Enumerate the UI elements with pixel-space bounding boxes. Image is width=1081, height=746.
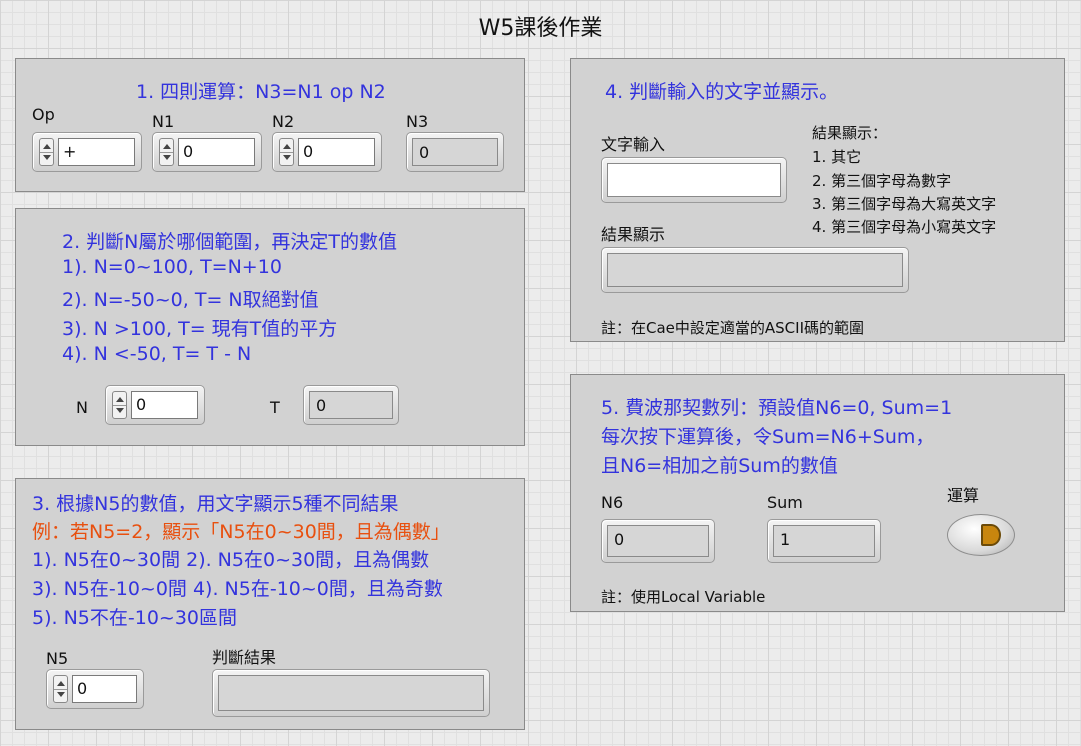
n5-spinner-icon[interactable] [53, 675, 68, 703]
panel4-heading: 4. 判斷輸入的文字並顯示。 [605, 81, 839, 103]
n1-label: N1 [152, 112, 175, 131]
n-spinner-icon[interactable] [112, 391, 127, 419]
n6-value: 0 [607, 525, 709, 557]
n-field[interactable]: 0 [131, 391, 198, 419]
panel3-heading: 3. 根據N5的數值，用文字顯示5種不同結果 [32, 493, 399, 515]
n1-spinner-icon[interactable] [159, 138, 174, 166]
op-label: Op [32, 105, 55, 124]
result-value [218, 675, 484, 711]
n2-spinner-icon[interactable] [279, 138, 294, 166]
result-label: 判斷結果 [212, 648, 277, 667]
text-input-field[interactable] [607, 163, 781, 197]
panel-n5-text: 3. 根據N5的數值，用文字顯示5種不同結果 例：若N5=2，顯示「N5在0~3… [15, 478, 525, 730]
panel-arithmetic: 1. 四則運算：N3=N1 op N2 Op + N1 0 N2 0 N3 0 [15, 58, 525, 192]
panel2-rule-4: 4). N <-50, T= T - N [62, 343, 252, 365]
result-display-indicator [601, 247, 909, 293]
n-control[interactable]: 0 [105, 385, 205, 425]
t-label: T [270, 398, 280, 417]
legend-title: 結果顯示： [812, 124, 888, 142]
sum-value: 1 [773, 525, 875, 557]
panel2-rule-2: 2). N=-50~0, T= N取絕對值 [62, 289, 319, 311]
panel5-line-3: 且N6=相加之前Sum的數值 [601, 455, 838, 477]
n3-label: N3 [406, 112, 429, 131]
sum-indicator: 1 [767, 519, 881, 563]
panel3-example: 例：若N5=2，顯示「N5在0~30間，且為偶數」 [32, 521, 450, 543]
op-control[interactable]: + [32, 132, 142, 172]
result-display-value [607, 253, 903, 287]
n2-label: N2 [272, 112, 295, 131]
panel-range: 2. 判斷N屬於哪個範圍，再決定T的數值 1). N=0~100, T=N+10… [15, 208, 525, 446]
legend-item-2: 2. 第三個字母為數字 [812, 172, 952, 190]
panel-fibonacci: 5. 費波那契數列：預設值N6=0, Sum=1 每次按下運算後，令Sum=N6… [570, 374, 1065, 612]
n1-field[interactable]: 0 [178, 138, 255, 166]
panel5-line-2: 每次按下運算後，令Sum=N6+Sum， [601, 426, 935, 448]
panel2-heading: 2. 判斷N屬於哪個範圍，再決定T的數值 [62, 231, 397, 253]
legend-item-4: 4. 第三個字母為小寫英文字 [812, 218, 997, 236]
legend-item-3: 3. 第三個字母為大寫英文字 [812, 195, 997, 213]
n5-field[interactable]: 0 [72, 675, 137, 703]
run-label: 運算 [947, 486, 980, 505]
n5-control[interactable]: 0 [46, 669, 144, 709]
n5-label: N5 [46, 649, 69, 668]
panel1-heading: 1. 四則運算：N3=N1 op N2 [136, 81, 386, 103]
front-panel-title: W5課後作業 [478, 16, 603, 41]
run-button-icon [981, 524, 1001, 546]
panel3-case-1: 1). N5在0~30間 2). N5在0~30間，且為偶數 [32, 549, 430, 571]
panel2-rule-1: 1). N=0~100, T=N+10 [62, 256, 282, 278]
text-input-label: 文字輸入 [601, 135, 666, 154]
n2-field[interactable]: 0 [298, 138, 375, 166]
panel4-note: 註：在Cae中設定適當的ASCII碼的範圍 [601, 319, 864, 337]
sum-label: Sum [767, 493, 803, 512]
panel5-line-1: 5. 費波那契數列：預設值N6=0, Sum=1 [601, 397, 953, 419]
n2-control[interactable]: 0 [272, 132, 382, 172]
op-field[interactable]: + [58, 138, 135, 166]
t-value: 0 [309, 391, 393, 419]
n3-value: 0 [412, 138, 498, 166]
run-button[interactable] [947, 514, 1015, 556]
result-display-label: 結果顯示 [601, 225, 666, 244]
result-indicator [212, 669, 490, 717]
t-indicator: 0 [303, 385, 399, 425]
panel3-case-2: 3). N5在-10~0間 4). N5在-10~0間，且為奇數 [32, 578, 443, 600]
n3-indicator: 0 [406, 132, 504, 172]
legend-item-1: 1. 其它 [812, 148, 862, 166]
n1-control[interactable]: 0 [152, 132, 262, 172]
panel3-case-3: 5). N5不在-10~30區間 [32, 607, 238, 629]
panel2-rule-3: 3). N >100, T= 現有T值的平方 [62, 318, 338, 340]
n6-indicator: 0 [601, 519, 715, 563]
text-input-control[interactable] [601, 157, 787, 203]
panel-text-check: 4. 判斷輸入的文字並顯示。 文字輸入 結果顯示 結果顯示： 1. 其它 2. … [570, 58, 1065, 342]
n6-label: N6 [601, 493, 624, 512]
op-spinner-icon[interactable] [39, 138, 54, 166]
n-label: N [76, 398, 88, 417]
panel5-note: 註：使用Local Variable [601, 588, 766, 606]
